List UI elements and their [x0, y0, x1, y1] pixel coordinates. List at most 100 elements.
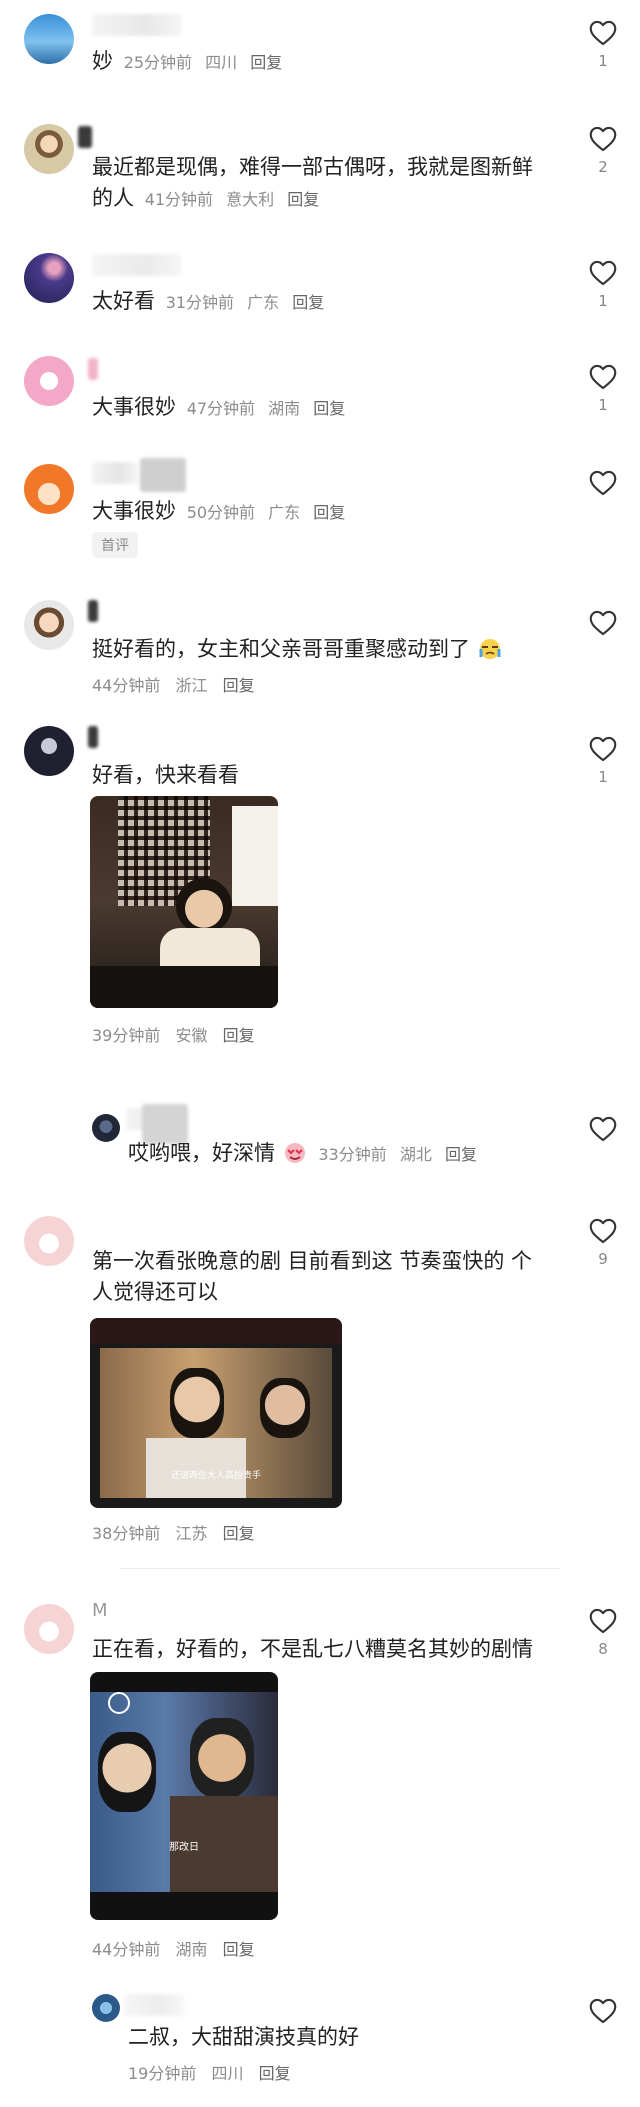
comment-text: 好看，快来看看: [92, 763, 239, 787]
tv-ui-bar: [90, 1318, 342, 1344]
comment-location: 江苏: [175, 1524, 208, 1543]
username[interactable]: [88, 600, 98, 622]
comment-image[interactable]: 还请两位大人高抬贵手: [90, 1318, 342, 1508]
like-button[interactable]: 9: [586, 1218, 620, 1268]
comment-text: 最近都是现偶，难得一部古偶呀，我就是图新鲜 的人 41分钟前 意大利 回复: [92, 155, 533, 210]
reply-button[interactable]: 回复: [223, 1940, 255, 1959]
comment-location: 四川: [205, 53, 238, 72]
heart-icon: [589, 1998, 617, 2024]
reply-button[interactable]: 回复: [223, 676, 255, 695]
comment-text: 哎哟喂，好深情 33分钟前 湖北 回复: [128, 1141, 477, 1165]
reply-button[interactable]: 回复: [259, 2064, 291, 2083]
avatar[interactable]: [24, 1604, 74, 1654]
avatar[interactable]: [24, 726, 74, 776]
reply-button[interactable]: 回复: [287, 190, 319, 209]
avatar[interactable]: [92, 1994, 120, 2022]
comment-time: 31分钟前: [165, 293, 235, 312]
comment-time: 44分钟前: [92, 1940, 161, 1959]
crying-emoji-icon: [479, 639, 501, 659]
comment-location: 湖南: [268, 399, 301, 418]
like-button[interactable]: [586, 1116, 620, 1142]
like-count: 9: [598, 1250, 608, 1268]
username[interactable]: [88, 358, 98, 380]
comment-time: 47分钟前: [186, 399, 256, 418]
first-comment-badge: 首评: [92, 532, 138, 558]
heart-icon: [589, 1218, 617, 1244]
username[interactable]: [92, 14, 182, 36]
comment-location: 广东: [247, 293, 280, 312]
comment-time: 33分钟前: [318, 1145, 387, 1164]
username[interactable]: [92, 254, 182, 276]
like-button[interactable]: 8: [586, 1608, 620, 1658]
like-count: 8: [598, 1640, 608, 1658]
reply-button[interactable]: 回复: [292, 293, 324, 312]
avatar[interactable]: [24, 356, 74, 406]
comment-location: 意大利: [226, 190, 275, 209]
video-subtitle: 还请两位大人高抬贵手: [170, 1471, 261, 1481]
like-count: 1: [598, 396, 608, 414]
heart-icon: [589, 610, 617, 636]
like-button[interactable]: 1: [586, 20, 620, 70]
comment-text: 第一次看张晚意的剧 目前看到这 节奏蛮快的 个 人觉得还可以: [92, 1249, 533, 1304]
comment-location: 四川: [211, 2064, 244, 2083]
avatar[interactable]: [24, 1216, 74, 1266]
actor-1: [170, 1368, 224, 1438]
reply-button[interactable]: 回复: [223, 1026, 255, 1045]
comment-image[interactable]: [90, 796, 278, 1008]
avatar[interactable]: [24, 464, 74, 514]
comment-time: 50分钟前: [186, 503, 256, 522]
comment-location: 浙江: [175, 676, 208, 695]
reply-button[interactable]: 回复: [250, 53, 282, 72]
comment-text: 二叔，大甜甜演技真的好: [128, 2025, 359, 2049]
heart-icon: [589, 364, 617, 390]
comment-time: 25分钟前: [123, 53, 193, 72]
actor-1: [98, 1732, 156, 1812]
avatar[interactable]: [24, 253, 74, 303]
username: M: [92, 1600, 108, 1621]
like-count: 1: [598, 52, 608, 70]
like-button[interactable]: [586, 1998, 620, 2024]
heart-icon: [589, 1608, 617, 1634]
comment-location: 湖北: [399, 1145, 432, 1164]
username-blur: [140, 458, 186, 492]
comment-time: 41分钟前: [144, 190, 214, 209]
avatar[interactable]: [24, 124, 74, 174]
like-button[interactable]: 1: [586, 736, 620, 786]
reply-button[interactable]: 回复: [313, 503, 345, 522]
avatar[interactable]: [92, 1114, 120, 1142]
comment-image[interactable]: 那改日: [90, 1672, 278, 1920]
video-frame: [90, 1692, 278, 1892]
video-subtitle: 那改日: [169, 1842, 199, 1853]
username[interactable]: [92, 462, 138, 484]
avatar[interactable]: [24, 14, 74, 64]
heart-eyes-emoji-icon: [284, 1143, 305, 1163]
reply-button[interactable]: 回复: [313, 399, 345, 418]
heart-icon: [589, 20, 617, 46]
like-button[interactable]: [586, 470, 620, 496]
username[interactable]: [78, 126, 92, 148]
like-count: 1: [598, 292, 608, 310]
heart-icon: [589, 1116, 617, 1142]
like-count: 1: [598, 768, 608, 786]
comment-location: 湖南: [175, 1940, 208, 1959]
comment-text: 大事很妙 50分钟前 广东 回复: [92, 499, 346, 523]
actor-2: [260, 1378, 310, 1438]
desk: [90, 966, 278, 1008]
comment-time: 19分钟前: [128, 2064, 197, 2083]
like-button[interactable]: 1: [586, 364, 620, 414]
username[interactable]: [124, 1994, 184, 2016]
like-button[interactable]: 2: [586, 126, 620, 176]
like-count: 2: [598, 158, 608, 176]
comment-time: 38分钟前: [92, 1524, 161, 1543]
avatar[interactable]: [24, 600, 74, 650]
reply-button[interactable]: 回复: [223, 1524, 255, 1543]
heart-icon: [589, 470, 617, 496]
like-button[interactable]: 1: [586, 260, 620, 310]
heart-icon: [589, 736, 617, 762]
reply-button[interactable]: 回复: [445, 1145, 477, 1164]
comment-time: 39分钟前: [92, 1026, 161, 1045]
like-button[interactable]: [586, 610, 620, 636]
comment-location: 广东: [268, 503, 301, 522]
divider: [120, 1568, 560, 1569]
username[interactable]: [88, 726, 98, 748]
